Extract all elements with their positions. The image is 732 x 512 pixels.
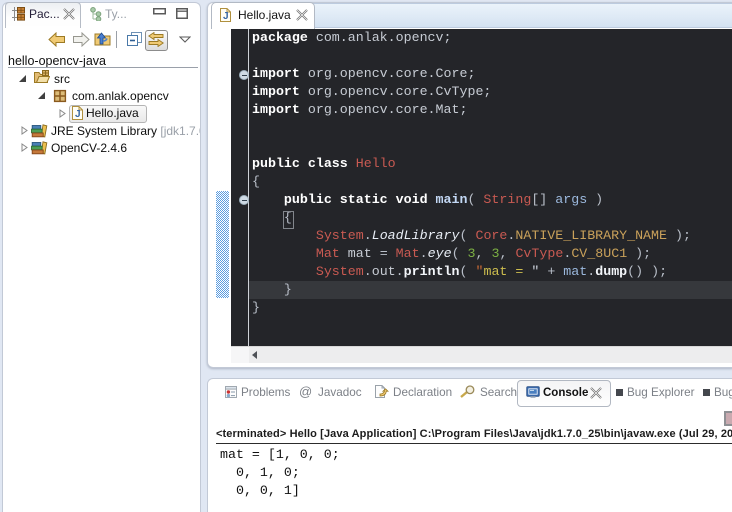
svg-text:J: J — [75, 109, 81, 120]
svg-text:J: J — [223, 11, 229, 22]
